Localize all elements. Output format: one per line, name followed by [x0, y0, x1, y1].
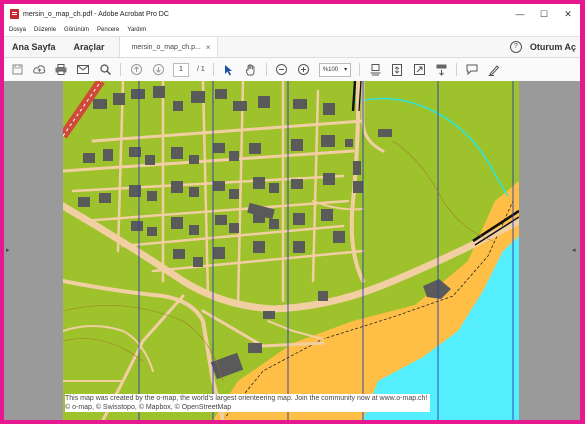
comment-icon[interactable]: [465, 63, 479, 77]
menu-bar: Dosya Düzenle Görünüm Pencere Yardım: [4, 24, 580, 36]
toolbar-divider: [120, 63, 121, 76]
previous-page-icon[interactable]: [129, 63, 143, 77]
scroll-mode-icon[interactable]: [434, 63, 448, 77]
select-cursor-icon[interactable]: [222, 63, 236, 77]
close-tab-icon[interactable]: ×: [206, 43, 211, 52]
save-icon[interactable]: [10, 63, 24, 77]
attribution-line-1: This map was created by the o-map, the w…: [65, 395, 428, 402]
zoom-value: %100: [322, 66, 339, 73]
next-page-icon[interactable]: [151, 63, 165, 77]
email-icon[interactable]: [76, 63, 90, 77]
zoom-out-icon[interactable]: [275, 63, 289, 77]
acrobat-app-icon: [10, 9, 19, 19]
toolbar-divider: [359, 63, 361, 76]
help-icon[interactable]: ?: [509, 41, 522, 53]
document-workspace[interactable]: ▸ ◂ This map was created by the o-map, t…: [4, 81, 580, 420]
search-icon[interactable]: [98, 63, 112, 77]
chevron-down-icon: ▾: [344, 67, 348, 73]
title-bar: mersin_o_map_ch.pdf - Adobe Acrobat Pro …: [4, 4, 580, 24]
menu-item-file[interactable]: Dosya: [9, 27, 26, 33]
toolbar-divider: [212, 63, 214, 76]
close-button[interactable]: ✕: [556, 4, 580, 24]
toolbar: 1 / 1 %100 ▾: [4, 58, 580, 82]
map-attribution: This map was created by the o-map, the w…: [65, 394, 431, 412]
print-icon[interactable]: [54, 63, 68, 77]
document-tab-label: mersin_o_map_ch.p...: [131, 43, 201, 51]
minimize-button[interactable]: —: [508, 4, 532, 24]
page-total: / 1: [197, 66, 205, 73]
upload-cloud-icon[interactable]: [32, 63, 46, 77]
hand-tool-icon[interactable]: [244, 63, 258, 77]
tabs-bar: Ana Sayfa Araçlar mersin_o_map_ch.p... ×…: [4, 36, 580, 58]
page-number-input[interactable]: 1: [173, 62, 189, 77]
menu-item-edit[interactable]: Düzenle: [34, 27, 56, 33]
full-screen-icon[interactable]: [412, 63, 426, 77]
tab-home[interactable]: Ana Sayfa: [4, 42, 66, 52]
right-panel-toggle-icon[interactable]: ◂: [572, 246, 576, 254]
tab-tools[interactable]: Araçlar: [66, 42, 115, 52]
single-page-view-icon[interactable]: [368, 63, 382, 77]
acrobat-window: mersin_o_map_ch.pdf - Adobe Acrobat Pro …: [4, 4, 580, 420]
left-panel-toggle-icon[interactable]: ▸: [6, 246, 10, 254]
highlight-pen-icon[interactable]: [487, 63, 501, 77]
zoom-in-icon[interactable]: [297, 63, 311, 77]
fit-page-icon[interactable]: [390, 63, 404, 77]
signin-button[interactable]: Oturum Aç: [530, 42, 576, 52]
window-title: mersin_o_map_ch.pdf - Adobe Acrobat Pro …: [23, 10, 169, 18]
menu-item-window[interactable]: Pencere: [97, 27, 119, 33]
maximize-button[interactable]: ☐: [532, 4, 556, 24]
pdf-page: This map was created by the o-map, the w…: [63, 81, 519, 420]
attribution-line-2: © o-map, © Swisstopo, © Mapbox, © OpenSt…: [65, 404, 232, 411]
zoom-select[interactable]: %100 ▾: [318, 62, 352, 77]
toolbar-divider: [265, 63, 267, 76]
orienteering-map: [63, 81, 519, 420]
toolbar-divider: [456, 63, 458, 76]
menu-item-help[interactable]: Yardım: [127, 27, 146, 33]
menu-item-view[interactable]: Görünüm: [64, 27, 89, 33]
tab-document[interactable]: mersin_o_map_ch.p... ×: [118, 37, 218, 57]
